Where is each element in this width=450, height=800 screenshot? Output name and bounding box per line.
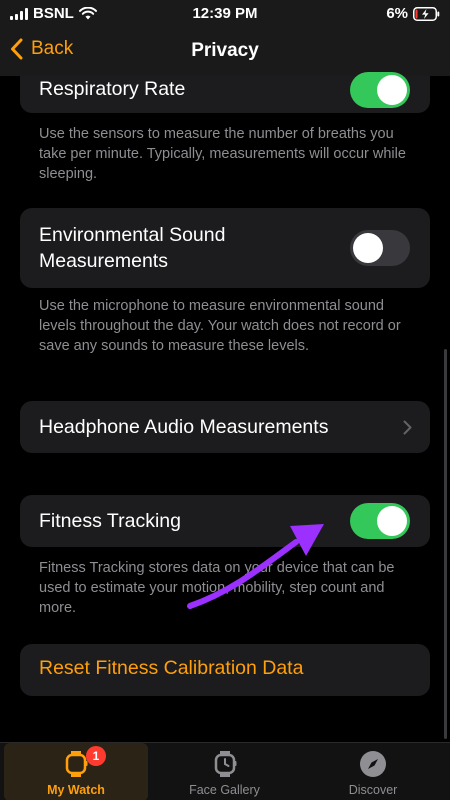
- fitness-tracking-toggle[interactable]: [350, 503, 410, 539]
- tab-face-gallery-label: Face Gallery: [189, 783, 260, 797]
- tab-discover-label: Discover: [348, 783, 398, 797]
- toggle-knob: [353, 233, 383, 263]
- respiratory-rate-toggle[interactable]: [350, 72, 410, 108]
- reset-calibration-row[interactable]: Reset Fitness Calibration Data: [20, 644, 430, 696]
- chevron-right-icon: [403, 420, 412, 435]
- settings-list[interactable]: Respiratory Rate Use the sensors to meas…: [0, 72, 450, 742]
- environmental-sound-toggle[interactable]: [350, 230, 410, 266]
- respiratory-rate-label: Respiratory Rate: [39, 78, 186, 100]
- battery-charging-icon: [413, 6, 440, 21]
- tab-my-watch[interactable]: 1 My Watch: [4, 743, 148, 800]
- toggle-knob: [377, 506, 407, 536]
- environmental-sound-description: Use the microphone to measure environmen…: [39, 298, 401, 354]
- navigation-bar: Back Privacy: [0, 28, 450, 76]
- tab-discover[interactable]: Discover: [300, 743, 446, 800]
- reset-calibration-button[interactable]: Reset Fitness Calibration Data: [39, 657, 303, 680]
- fitness-tracking-label: Fitness Tracking: [39, 510, 181, 532]
- environmental-sound-label-line2: Measurements: [39, 250, 168, 272]
- environmental-sound-row: Environmental Sound Measurements: [20, 208, 430, 288]
- tab-bar: 1 My Watch Face Gallery Discover: [0, 742, 450, 800]
- compass-icon: [360, 751, 386, 777]
- scroll-indicator[interactable]: [444, 349, 447, 739]
- status-bar: BSNL 12:39 PM 6%: [0, 0, 450, 28]
- tab-face-gallery[interactable]: Face Gallery: [152, 743, 297, 800]
- respiratory-rate-row: Respiratory Rate: [20, 72, 430, 113]
- toggle-knob: [377, 75, 407, 105]
- status-time: 12:39 PM: [192, 5, 258, 22]
- respiratory-rate-description: Use the sensors to measure the number of…: [39, 126, 406, 182]
- page-title: Privacy: [191, 40, 259, 61]
- fitness-tracking-description: Fitness Tracking stores data on your dev…: [39, 560, 395, 616]
- status-right: 6%: [386, 5, 440, 22]
- fitness-tracking-row: Fitness Tracking: [20, 495, 430, 547]
- tab-my-watch-label: My Watch: [47, 783, 105, 797]
- environmental-sound-label-line1: Environmental Sound: [39, 224, 226, 246]
- watch-face-icon: [214, 751, 236, 777]
- screen: BSNL 12:39 PM 6% Back Privacy Respirator…: [0, 0, 450, 800]
- headphone-audio-label: Headphone Audio Measurements: [39, 416, 329, 438]
- notification-badge: 1: [86, 746, 106, 766]
- headphone-audio-row[interactable]: Headphone Audio Measurements: [20, 401, 430, 453]
- battery-percent: 6%: [386, 5, 408, 22]
